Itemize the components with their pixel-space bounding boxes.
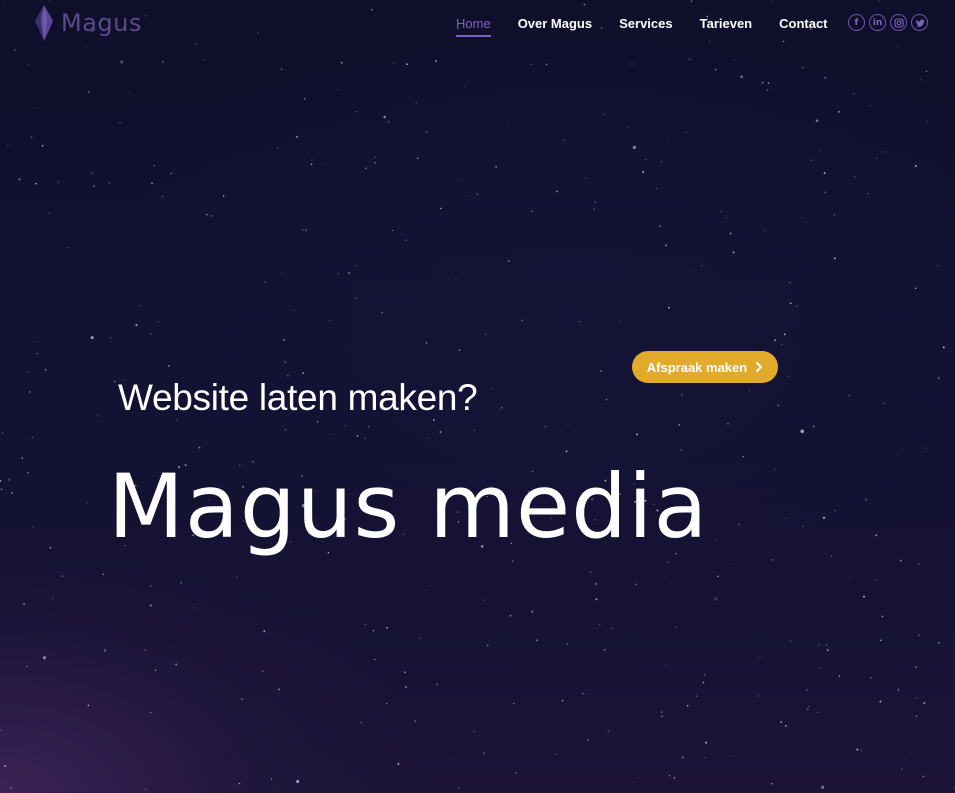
nav-item-home[interactable]: Home bbox=[456, 16, 491, 37]
hero-subtitle: Website laten maken? bbox=[118, 376, 478, 418]
cta-label: Afspraak maken bbox=[646, 359, 748, 375]
brand-logo[interactable]: Magus bbox=[34, 4, 142, 42]
social-links: f in bbox=[848, 14, 932, 31]
linkedin-icon[interactable]: in bbox=[869, 14, 886, 31]
brand-name: Magus bbox=[61, 9, 142, 37]
crystal-gem-icon bbox=[35, 5, 53, 41]
nav-item-tarieven[interactable]: Tarieven bbox=[700, 16, 753, 37]
twitter-glyph bbox=[915, 18, 924, 27]
hero-title: Magus media bbox=[108, 454, 709, 558]
main-menu: Home Over Magus Services Tarieven Contac… bbox=[456, 16, 855, 37]
nav-item-contact[interactable]: Contact bbox=[779, 16, 827, 37]
nav-item-over-magus[interactable]: Over Magus bbox=[518, 16, 592, 37]
afspraak-maken-button[interactable]: Afspraak maken bbox=[632, 351, 778, 383]
chevron-right-icon bbox=[756, 362, 763, 372]
facebook-icon[interactable]: f bbox=[848, 14, 865, 31]
twitter-icon[interactable] bbox=[911, 14, 928, 31]
instagram-icon[interactable] bbox=[890, 14, 907, 31]
top-navigation: Magus Home Over Magus Services Tarieven … bbox=[0, 0, 955, 50]
instagram-glyph bbox=[893, 17, 904, 28]
nav-item-services[interactable]: Services bbox=[619, 16, 673, 37]
